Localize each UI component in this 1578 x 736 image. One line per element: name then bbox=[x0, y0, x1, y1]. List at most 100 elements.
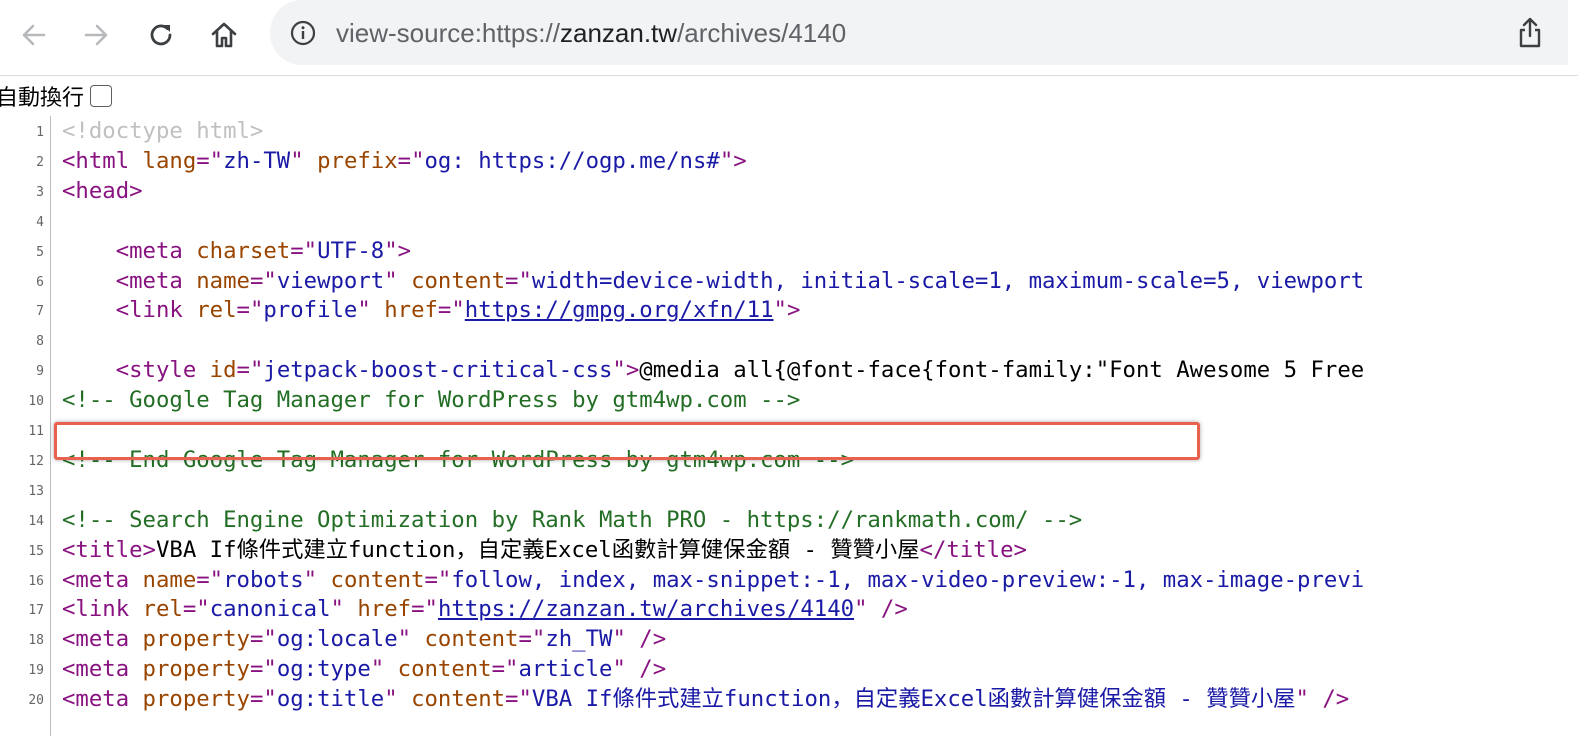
code-token: =" bbox=[424, 566, 452, 593]
code-token: @media all{@font-face{font-family:"Font … bbox=[639, 357, 1365, 384]
code-token: " /> bbox=[612, 656, 667, 683]
code-token: =" bbox=[505, 686, 532, 713]
source-line: 20 <meta property="og:title" content="VBA… bbox=[0, 684, 1578, 714]
line-wrap-label: 自動換行 bbox=[0, 85, 85, 110]
code-token: " bbox=[384, 686, 412, 713]
code-token: article bbox=[518, 656, 613, 683]
code-token: follow, index, max-snippet:-1, max-video… bbox=[451, 566, 1365, 593]
code-token: =" bbox=[505, 267, 532, 294]
code-token: =" bbox=[397, 147, 425, 174]
source-line: 17 <link rel="canonical" href="https://za… bbox=[0, 594, 1578, 624]
reload-icon bbox=[150, 24, 172, 46]
code-token: " /> bbox=[1295, 686, 1350, 713]
line-code: <link rel="canonical" href="https://zanz… bbox=[62, 594, 908, 624]
line-number: 17 bbox=[28, 603, 44, 619]
line-number: 11 bbox=[28, 424, 44, 439]
code-token: <title> bbox=[62, 536, 156, 563]
source-line: 10 <!-- Google Tag Manager for WordPress … bbox=[0, 385, 1578, 415]
code-token: content bbox=[411, 686, 506, 713]
forward-button[interactable] bbox=[74, 13, 118, 57]
code-token: <meta bbox=[115, 267, 197, 294]
info-icon[interactable] bbox=[290, 20, 316, 46]
arrow-right-icon bbox=[84, 24, 108, 46]
source-line: 13 bbox=[0, 475, 1578, 505]
line-number: 6 bbox=[36, 274, 44, 290]
code-token: <meta bbox=[115, 237, 197, 264]
source-line: 14 <!-- Search Engine Optimization by Ran… bbox=[0, 505, 1578, 535]
code-token: robots bbox=[223, 566, 304, 593]
code-token: <link bbox=[115, 297, 197, 324]
code-token: og: https://ogp.me/ns# bbox=[424, 147, 720, 174]
code-token: "> bbox=[612, 357, 640, 384]
code-token: =" bbox=[249, 686, 277, 713]
code-token: rel bbox=[142, 596, 183, 623]
code-token: " /> bbox=[854, 596, 908, 623]
code-token: content bbox=[330, 566, 425, 593]
source-link[interactable]: https://gmpg.org/xfn/11 bbox=[465, 297, 774, 323]
code-token: href bbox=[384, 297, 438, 324]
line-number: 1 bbox=[36, 125, 44, 140]
code-token: =" bbox=[437, 297, 465, 324]
code-token: =" bbox=[290, 237, 318, 264]
code-token: canonical bbox=[209, 596, 331, 623]
code-token: =" bbox=[411, 596, 438, 623]
line-number: 4 bbox=[36, 214, 44, 230]
line-wrap-checkbox[interactable] bbox=[90, 85, 113, 107]
code-token: rel bbox=[196, 297, 237, 324]
code-token: zh-TW bbox=[223, 147, 291, 174]
code-token: og:type bbox=[276, 656, 371, 683]
line-code: <meta property="og:type" content="articl… bbox=[62, 654, 666, 684]
url-text[interactable]: view-source:https://zanzan.tw/archives/4… bbox=[336, 14, 846, 52]
code-token: og:title bbox=[276, 686, 385, 713]
code-token: " bbox=[303, 566, 331, 593]
code-token: <meta bbox=[62, 626, 143, 653]
source-link[interactable]: https://zanzan.tw/archives/4140 bbox=[438, 596, 854, 622]
line-code: <title>VBA If條件式建立function，自定義Excel函數計算健… bbox=[62, 535, 1027, 565]
code-token: <head> bbox=[62, 177, 143, 204]
line-code: <!-- Google Tag Manager for WordPress by… bbox=[62, 385, 800, 415]
line-code: <link rel="profile" href="https://gmpg.o… bbox=[62, 295, 801, 325]
code-token: content bbox=[424, 626, 519, 653]
code-token: VBA If條件式建立function，自定義Excel函數計算健保金額 - 贊… bbox=[155, 536, 920, 563]
code-token: " bbox=[370, 656, 398, 683]
code-token: "> bbox=[384, 237, 412, 264]
source-line: 16 <meta name="robots" content="follow, i… bbox=[0, 565, 1578, 595]
source-line: 1 <!doctype html> bbox=[0, 116, 1578, 146]
code-token: " bbox=[397, 626, 425, 653]
line-number: 15 bbox=[28, 543, 44, 559]
back-button[interactable] bbox=[12, 13, 56, 57]
code-token: width=device-width, initial-scale=1, max… bbox=[531, 267, 1365, 294]
code-token: property bbox=[142, 686, 250, 713]
code-token: <!doctype html> bbox=[62, 118, 264, 144]
line-code: <meta property="og:locale" content="zh_T… bbox=[62, 624, 666, 654]
reload-button[interactable] bbox=[139, 13, 183, 57]
code-token: name bbox=[142, 566, 197, 593]
code-token: =" bbox=[236, 297, 264, 324]
code-token: id bbox=[209, 357, 237, 384]
code-token: <style bbox=[115, 357, 210, 384]
arrow-left-icon bbox=[22, 24, 46, 46]
line-number: 20 bbox=[28, 693, 44, 709]
code-token: <!-- Google Tag Manager for WordPress by… bbox=[62, 387, 801, 414]
code-token: zh_TW bbox=[545, 626, 613, 653]
code-token: content bbox=[397, 656, 492, 683]
code-token: </title> bbox=[919, 536, 1027, 563]
url-path: /archives/4140 bbox=[677, 18, 847, 48]
code-token: <html bbox=[62, 147, 143, 174]
code-token: " bbox=[384, 267, 412, 294]
source-line: 15 <title>VBA If條件式建立function，自定義Excel函數計… bbox=[0, 535, 1578, 565]
home-icon bbox=[211, 22, 237, 48]
code-token: "> bbox=[773, 297, 801, 324]
line-number: 12 bbox=[28, 453, 44, 469]
line-number: 8 bbox=[36, 334, 44, 350]
code-token: charset bbox=[196, 237, 291, 264]
share-icon[interactable] bbox=[1514, 16, 1546, 50]
home-button[interactable] bbox=[202, 13, 246, 57]
line-code: <style id="jetpack-boost-critical-css">@… bbox=[62, 355, 1364, 385]
line-number: 19 bbox=[28, 663, 44, 679]
code-token: " bbox=[290, 147, 318, 174]
code-token: profile bbox=[263, 297, 358, 324]
